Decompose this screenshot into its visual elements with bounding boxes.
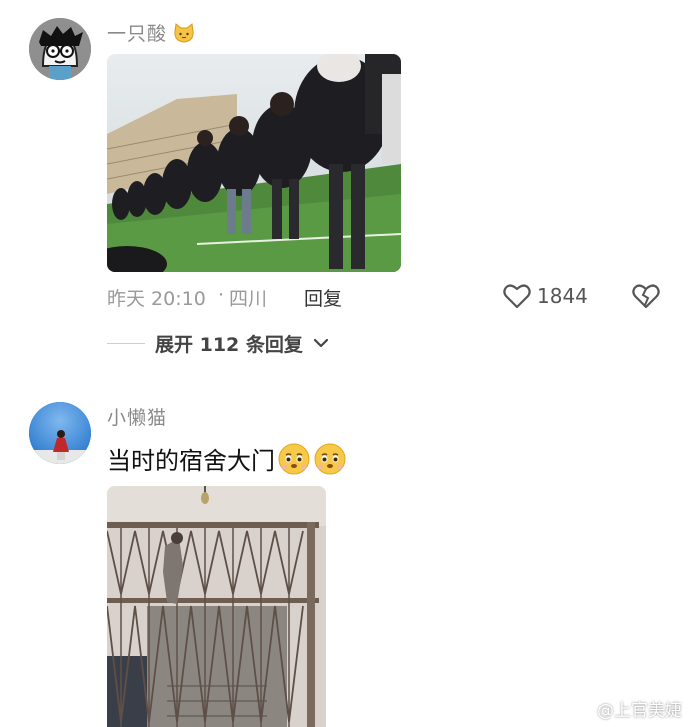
- like-button[interactable]: 1844: [503, 283, 588, 309]
- dislike-button[interactable]: [632, 283, 660, 313]
- photo-dorm-gate: [107, 486, 326, 727]
- comment-photo[interactable]: [107, 486, 326, 727]
- meta-separator: ·: [218, 284, 225, 306]
- comment-photo[interactable]: [107, 54, 401, 272]
- crying-face-emoji-icon: [278, 443, 310, 474]
- crying-face-emoji-icon: [314, 443, 346, 474]
- avatar-cartoon-icon: [29, 18, 91, 80]
- comment-meta-row: 昨天 20:10 · 四川 回复 1844: [107, 284, 667, 310]
- avatar-photo-icon: [29, 402, 91, 464]
- divider-line: [107, 342, 145, 344]
- comment-text: 当时的宿舍大门: [107, 447, 275, 475]
- username-text: 小懒猫: [107, 407, 168, 429]
- comment-username[interactable]: 小懒猫: [107, 403, 167, 430]
- reply-button[interactable]: 回复: [304, 284, 342, 311]
- comment-body: 当时的宿舍大门: [107, 441, 347, 476]
- avatar[interactable]: [29, 18, 91, 80]
- heart-icon: [503, 284, 531, 309]
- like-count: 1844: [537, 284, 588, 308]
- photo-students-lineup: [107, 54, 401, 272]
- comment-username[interactable]: 一只酸: [107, 19, 195, 46]
- cat-emoji-icon: [174, 22, 194, 43]
- username-text: 一只酸: [107, 23, 168, 45]
- expand-replies[interactable]: 展开 112 条回复: [107, 330, 329, 356]
- expand-replies-label: 展开 112 条回复: [155, 333, 303, 356]
- watermark: @上官美婕: [569, 696, 682, 721]
- broken-heart-icon: [632, 284, 660, 309]
- avatar[interactable]: [29, 402, 91, 464]
- chevron-down-icon: [313, 338, 328, 348]
- weibo-logo-icon: [569, 701, 592, 718]
- comment-time: 昨天 20:10: [107, 288, 206, 310]
- watermark-text: @上官美婕: [597, 701, 682, 721]
- comment-location: 四川: [229, 288, 268, 310]
